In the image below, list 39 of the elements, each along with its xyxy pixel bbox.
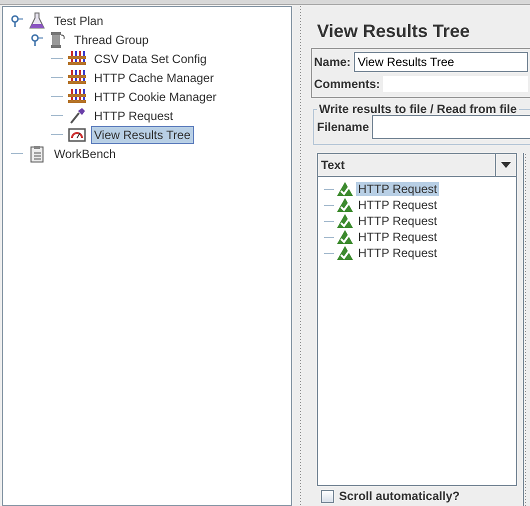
name-field[interactable]: View Results Tree bbox=[354, 52, 528, 72]
panel-title: View Results Tree bbox=[317, 21, 471, 42]
tree-item[interactable]: View Results Tree bbox=[91, 126, 194, 144]
tree-item[interactable]: CSV Data Set Config bbox=[91, 50, 210, 68]
pipette-icon bbox=[68, 106, 86, 124]
scroll-label: Scroll automatically? bbox=[339, 489, 460, 503]
expand-handle-icon[interactable] bbox=[31, 34, 43, 46]
test-tube-rack-icon bbox=[67, 68, 87, 86]
tree-item[interactable]: WorkBench bbox=[51, 144, 119, 162]
test-tube-rack-icon bbox=[67, 50, 87, 68]
filename-field[interactable] bbox=[372, 115, 530, 139]
result-item[interactable]: HTTP Request bbox=[356, 230, 440, 244]
success-icon bbox=[337, 230, 353, 244]
result-item[interactable]: HTTP Request bbox=[356, 214, 440, 228]
gauge-icon bbox=[68, 126, 86, 142]
tree-item[interactable]: Thread Group bbox=[71, 30, 152, 48]
tree-item[interactable]: HTTP Cache Manager bbox=[91, 68, 217, 86]
name-label: Name: bbox=[314, 55, 351, 69]
result-item[interactable]: HTTP Request bbox=[356, 182, 440, 196]
dropdown-arrow-icon bbox=[501, 162, 511, 168]
success-icon bbox=[337, 182, 353, 196]
tree-item[interactable]: HTTP Cookie Manager bbox=[91, 88, 220, 106]
success-icon bbox=[337, 198, 353, 212]
expand-handle-icon[interactable] bbox=[11, 14, 23, 26]
test-tube-rack-icon bbox=[67, 88, 87, 106]
renderer-dropdown[interactable]: Text bbox=[317, 153, 517, 177]
success-icon bbox=[337, 214, 353, 228]
clipboard-icon bbox=[29, 144, 45, 162]
comments-label: Comments: bbox=[314, 77, 380, 91]
tree-item[interactable]: Test Plan bbox=[51, 12, 106, 30]
flask-icon bbox=[28, 12, 46, 30]
filename-label: Filename bbox=[317, 120, 370, 134]
file-group-title: Write results to file / Read from file bbox=[318, 102, 518, 116]
spool-icon bbox=[48, 30, 66, 48]
result-item[interactable]: HTTP Request bbox=[356, 246, 440, 260]
result-item[interactable]: HTTP Request bbox=[356, 198, 440, 212]
success-icon bbox=[337, 246, 353, 260]
scroll-checkbox[interactable] bbox=[321, 490, 334, 502]
tree-item[interactable]: HTTP Request bbox=[91, 106, 176, 124]
